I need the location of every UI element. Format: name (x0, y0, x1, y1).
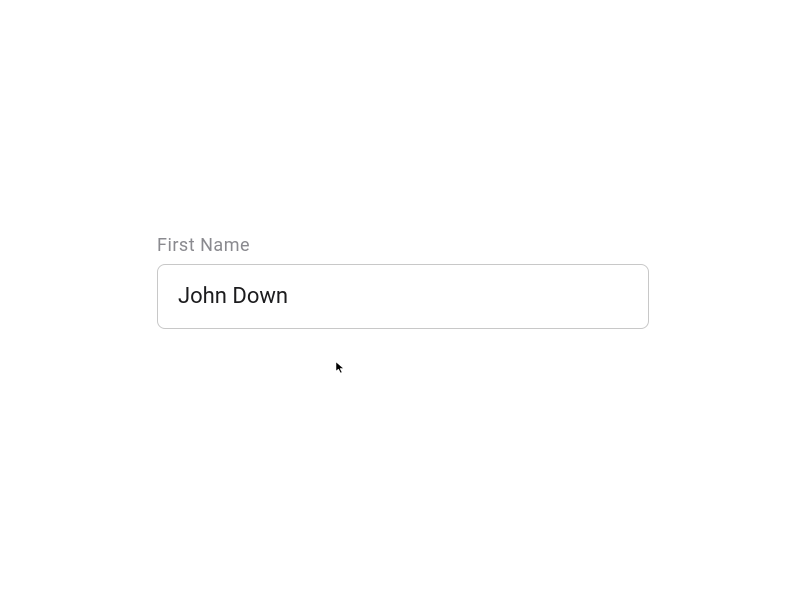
first-name-field-group: First Name (157, 235, 649, 329)
cursor-icon (336, 362, 348, 374)
first-name-input[interactable] (157, 264, 649, 329)
first-name-label: First Name (157, 235, 649, 256)
